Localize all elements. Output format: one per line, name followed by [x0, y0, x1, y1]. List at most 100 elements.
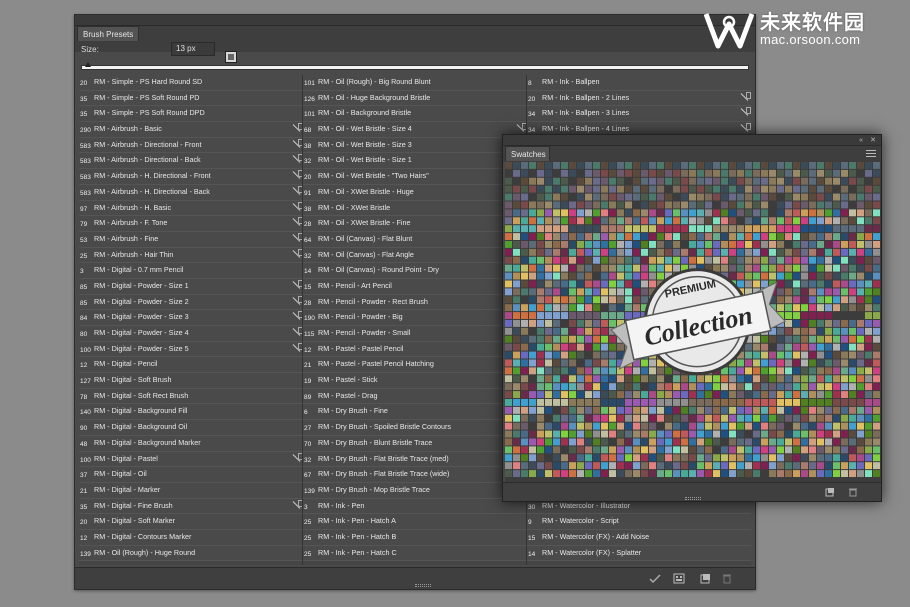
swatch[interactable] — [593, 430, 600, 438]
swatch[interactable] — [633, 470, 640, 477]
swatch[interactable] — [673, 391, 680, 398]
swatch[interactable] — [537, 414, 544, 422]
swatch[interactable] — [657, 193, 664, 201]
swatch[interactable] — [545, 375, 552, 383]
swatch[interactable] — [801, 272, 808, 280]
brush-preset-row[interactable]: 27 RM - Dry Brush - Spoiled Bristle Conto… — [303, 420, 527, 436]
swatch[interactable] — [697, 185, 704, 193]
swatch[interactable] — [793, 391, 800, 398]
swatch[interactable] — [505, 162, 512, 169]
swatch[interactable] — [569, 177, 576, 185]
swatch[interactable] — [833, 454, 840, 462]
swatch[interactable] — [521, 454, 528, 462]
swatch[interactable] — [857, 414, 864, 422]
swatch[interactable] — [585, 248, 592, 256]
swatch[interactable] — [513, 327, 520, 335]
swatch[interactable] — [865, 288, 872, 296]
swatch[interactable] — [753, 430, 760, 438]
swatch[interactable] — [593, 462, 600, 470]
swatch[interactable] — [545, 414, 552, 422]
swatch[interactable] — [649, 201, 656, 209]
swatch[interactable] — [849, 430, 856, 438]
swatch[interactable] — [865, 359, 872, 367]
swatch[interactable] — [577, 391, 584, 398]
swatch[interactable] — [649, 217, 656, 225]
swatch[interactable] — [569, 422, 576, 430]
swatch[interactable] — [657, 391, 664, 398]
swatch[interactable] — [593, 327, 600, 335]
swatch[interactable] — [569, 406, 576, 414]
brush-preset-row[interactable]: 126 RM - Oil - Huge Background Bristle — [303, 90, 527, 107]
swatch[interactable] — [849, 312, 856, 319]
swatch[interactable] — [553, 446, 560, 454]
swatch[interactable] — [785, 343, 792, 351]
swatch[interactable] — [841, 248, 848, 256]
swatch[interactable] — [689, 162, 696, 169]
swatch[interactable] — [553, 320, 560, 327]
swatch[interactable] — [865, 375, 872, 383]
swatch[interactable] — [809, 264, 816, 272]
brush-preset-row[interactable]: 89 RM - Pastel - Drag — [303, 388, 527, 405]
swatch[interactable] — [521, 391, 528, 398]
swatch[interactable] — [665, 414, 672, 422]
swatch[interactable] — [737, 233, 744, 240]
swatch[interactable] — [593, 367, 600, 375]
swatch[interactable] — [569, 288, 576, 296]
swatch[interactable] — [633, 209, 640, 217]
swatch[interactable] — [761, 233, 768, 240]
swatch[interactable] — [585, 422, 592, 430]
swatch[interactable] — [593, 233, 600, 240]
swatch[interactable] — [657, 454, 664, 462]
swatch[interactable] — [537, 343, 544, 351]
swatch[interactable] — [761, 169, 768, 177]
swatch[interactable] — [865, 399, 872, 406]
swatch[interactable] — [553, 280, 560, 288]
swatch[interactable] — [561, 391, 568, 398]
swatch[interactable] — [817, 264, 824, 272]
swatch[interactable] — [737, 406, 744, 414]
swatch[interactable] — [857, 177, 864, 185]
swatch[interactable] — [729, 193, 736, 201]
swatch[interactable] — [553, 201, 560, 209]
swatch[interactable] — [625, 217, 632, 225]
swatch[interactable] — [721, 217, 728, 225]
swatch[interactable] — [833, 217, 840, 225]
swatch[interactable] — [785, 327, 792, 335]
swatch[interactable] — [545, 312, 552, 319]
swatch[interactable] — [857, 343, 864, 351]
swatch[interactable] — [633, 185, 640, 193]
swatch[interactable] — [641, 446, 648, 454]
swatch[interactable] — [609, 241, 616, 248]
swatch[interactable] — [649, 399, 656, 406]
swatch[interactable] — [737, 454, 744, 462]
swatch[interactable] — [513, 304, 520, 312]
swatch[interactable] — [689, 430, 696, 438]
swatch[interactable] — [513, 233, 520, 240]
swatch[interactable] — [697, 217, 704, 225]
swatch[interactable] — [585, 169, 592, 177]
swatch[interactable] — [553, 162, 560, 169]
swatch[interactable] — [601, 462, 608, 470]
swatch[interactable] — [713, 446, 720, 454]
swatch[interactable] — [529, 217, 536, 225]
swatch[interactable] — [649, 248, 656, 256]
swatch[interactable] — [697, 177, 704, 185]
trash-icon[interactable] — [721, 573, 733, 584]
swatch[interactable] — [833, 233, 840, 240]
swatch[interactable] — [841, 185, 848, 193]
swatch[interactable] — [809, 327, 816, 335]
swatch[interactable] — [521, 414, 528, 422]
swatch[interactable] — [825, 462, 832, 470]
swatch[interactable] — [545, 454, 552, 462]
swatch[interactable] — [825, 351, 832, 359]
swatch[interactable] — [785, 399, 792, 406]
swatch[interactable] — [809, 359, 816, 367]
swatch[interactable] — [713, 248, 720, 256]
swatch[interactable] — [513, 264, 520, 272]
swatch[interactable] — [689, 454, 696, 462]
swatch[interactable] — [729, 470, 736, 477]
swatch[interactable] — [801, 406, 808, 414]
swatch[interactable] — [857, 233, 864, 240]
swatch[interactable] — [761, 201, 768, 209]
swatch[interactable] — [625, 446, 632, 454]
